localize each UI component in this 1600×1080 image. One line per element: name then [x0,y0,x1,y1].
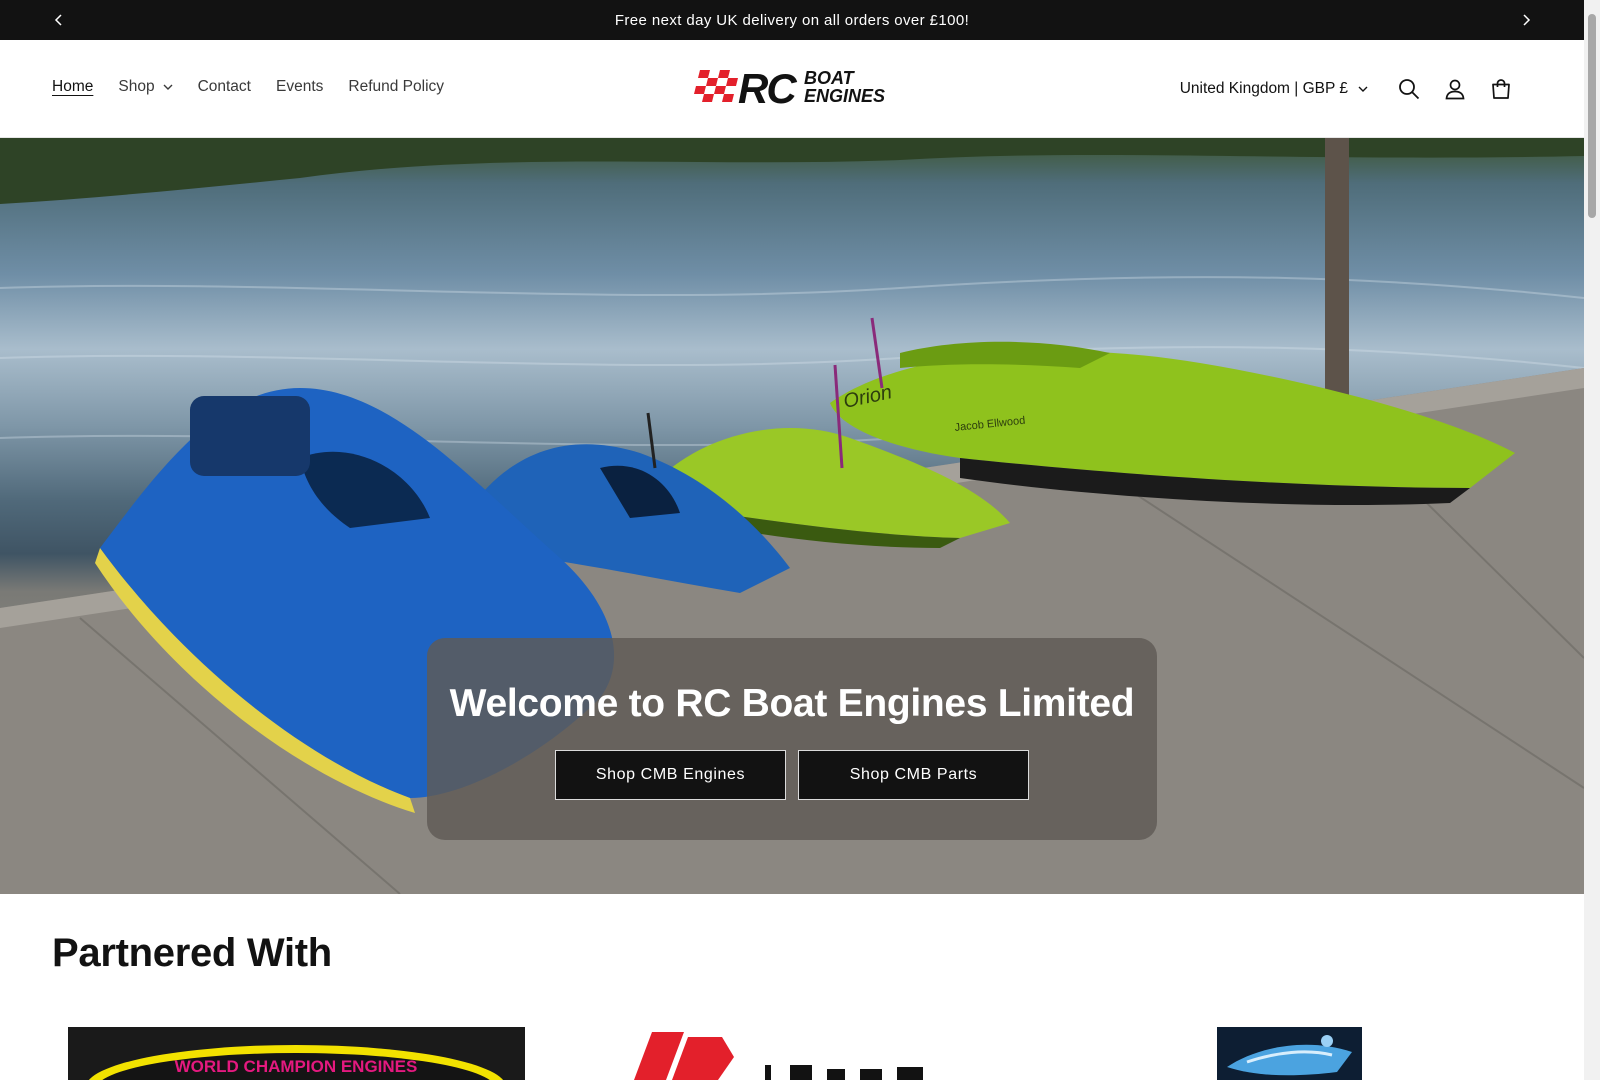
logo-engines-text: ENGINES [804,86,885,106]
account-icon [1445,79,1465,100]
nav-item-contact[interactable]: Contact [198,78,251,96]
partner-logo-world-champion-engines[interactable]: WORLD CHAMPION ENGINES [68,1027,525,1080]
partner-logo-image: WORLD CHAMPION ENGINES [88,1045,504,1080]
country-selector-label: United Kingdom | GBP £ [1179,80,1348,97]
site-header: Home Shop Contact Events Refund Policy R… [0,40,1584,138]
hero-title: Welcome to RC Boat Engines Limited [449,682,1135,725]
hero-banner: Orion Jacob Ellwood Welcome to RC Boat E… [0,138,1584,894]
scrollbar-thumb[interactable] [1588,14,1596,218]
partner-logo-image [1227,1035,1352,1076]
site-logo[interactable]: RC BOAT ENGINES [694,66,894,112]
nav-events-label: Events [275,78,324,95]
partner-logo-boat-graphic[interactable] [1217,1027,1362,1080]
chevron-left-icon [54,14,62,26]
main-nav: Home Shop Contact Events Refund Policy [52,78,469,96]
search-icon [1399,79,1420,100]
header-actions: United Kingdom | GBP £ [1180,70,1524,108]
announcement-text: Free next day UK delivery on all orders … [614,11,970,29]
search-button[interactable] [1386,70,1432,108]
next-announcement-button[interactable] [1515,9,1537,31]
nav-shop-label: Shop [118,78,155,95]
chevron-down-icon [163,84,173,91]
partner-logo-image [634,1032,923,1080]
shop-cmb-engines-button[interactable]: Shop CMB Engines [555,750,786,800]
shop-cmb-parts-button[interactable]: Shop CMB Parts [798,750,1029,800]
nav-refund-label: Refund Policy [348,78,445,95]
logo-rc-text: RC [738,66,797,112]
account-button[interactable] [1432,70,1478,108]
partners-title: Partnered With [52,931,332,975]
cart-button[interactable] [1478,70,1524,108]
checkered-flag-icon [694,70,738,102]
hero-buttons: Shop CMB Engines Shop CMB Parts [555,750,1029,800]
chevron-down-icon [1358,86,1368,93]
nav-item-home[interactable]: Home [52,78,93,96]
page-scrollbar[interactable] [1584,0,1600,1080]
nav-item-events[interactable]: Events [276,78,323,96]
partner-logo-jp[interactable] [622,1027,942,1080]
partners-section: Partnered With WORLD CHAMPION ENGINES [0,894,1584,1080]
nav-item-refund-policy[interactable]: Refund Policy [348,78,444,96]
nav-contact-label: Contact [197,78,251,95]
cart-icon [1492,79,1510,99]
logo-boat-text: BOAT [804,68,856,88]
partner-logo-text: WORLD CHAMPION ENGINES [175,1057,418,1076]
nav-item-shop[interactable]: Shop [118,78,173,96]
hero-content-card: Welcome to RC Boat Engines Limited Shop … [427,638,1157,840]
announcement-bar: Free next day UK delivery on all orders … [0,0,1584,40]
chevron-right-icon [1523,14,1531,26]
country-currency-selector[interactable]: United Kingdom | GBP £ [1180,80,1368,98]
nav-home-label: Home [52,78,94,95]
previous-announcement-button[interactable] [48,9,70,31]
